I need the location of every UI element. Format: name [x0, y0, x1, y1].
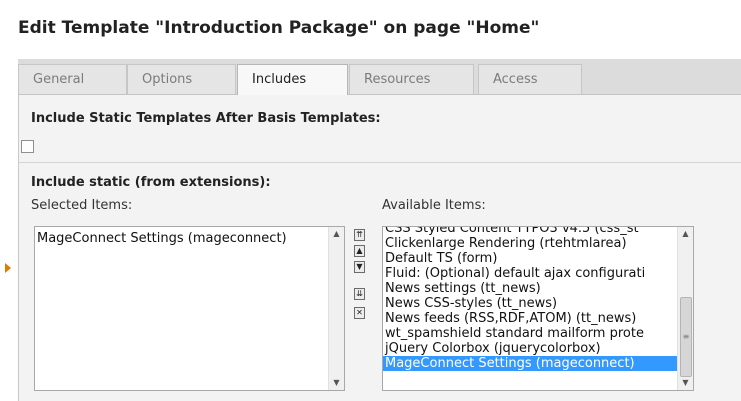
remove-icon: ✕ — [356, 308, 363, 317]
available-list-item[interactable]: Clickenlarge Rendering (rtehtmlarea) — [383, 236, 693, 251]
available-list-item[interactable]: News feeds (RSS,RDF,ATOM) (tt_news) — [383, 311, 693, 326]
move-up-button[interactable]: ▲ — [354, 245, 365, 257]
available-list-item[interactable]: wt_spamshield standard mailform prote — [383, 326, 693, 341]
move-down-icon: ▼ — [356, 262, 363, 271]
available-list-item[interactable]: News CSS-styles (tt_news) — [383, 296, 693, 311]
selected-items-label: Selected Items: — [31, 198, 133, 213]
available-items-label: Available Items: — [382, 198, 486, 213]
section-divider — [19, 162, 741, 163]
available-items-list[interactable]: CSS Styled Content TYPO3 v4.5 (css_st Cli… — [382, 226, 694, 391]
scroll-up-icon[interactable]: ▲ — [329, 227, 344, 241]
available-list-item[interactable]: Default TS (form) — [383, 251, 693, 266]
page-title: Edit Template "Introduction Package" on … — [18, 18, 540, 38]
tab-options[interactable]: Options — [127, 64, 236, 94]
move-to-bottom-button[interactable]: ⇊ — [354, 288, 365, 300]
after-basis-title: Include Static Templates After Basis Tem… — [31, 111, 381, 126]
required-marker-icon — [5, 263, 11, 273]
scroll-down-icon[interactable]: ▼ — [678, 376, 693, 390]
static-title: Include static (from extensions): — [31, 175, 271, 190]
available-list-scrollbar[interactable]: ▲ ≡ ▼ — [677, 227, 693, 390]
available-list-item[interactable]: Fluid: (Optional) default ajax configura… — [383, 266, 693, 281]
available-list-item[interactable]: MageConnect Settings (mageconnect) — [383, 356, 693, 371]
available-list-item[interactable]: CSS Styled Content TYPO3 v4.5 (css_st — [383, 227, 693, 236]
tab-access[interactable]: Access — [478, 64, 582, 94]
available-list-item[interactable]: News settings (tt_news) — [383, 281, 693, 296]
after-basis-checkbox[interactable] — [21, 140, 34, 153]
remove-button[interactable]: ✕ — [354, 307, 365, 319]
tab-resources[interactable]: Resources — [349, 64, 474, 94]
selected-list-scrollbar[interactable]: ▲ ▼ — [328, 227, 344, 390]
move-up-icon: ▲ — [356, 246, 363, 255]
tab-bar: General Options Includes Resources Acces… — [18, 59, 741, 95]
thumb-grip-icon: ≡ — [682, 332, 690, 341]
move-down-button[interactable]: ▼ — [354, 261, 365, 273]
tab-general[interactable]: General — [18, 64, 127, 94]
move-to-top-button[interactable]: ⇈ — [354, 229, 365, 241]
move-to-top-icon: ⇈ — [356, 230, 363, 239]
scroll-down-icon[interactable]: ▼ — [329, 376, 344, 390]
scroll-thumb[interactable]: ≡ — [680, 297, 692, 377]
available-list-item[interactable]: jQuery Colorbox (jquerycolorbox) — [383, 341, 693, 356]
move-to-bottom-icon: ⇊ — [356, 289, 363, 298]
scroll-up-icon[interactable]: ▲ — [678, 227, 693, 241]
selected-items-list[interactable]: MageConnect Settings (mageconnect) ▲ ▼ — [34, 226, 345, 391]
selected-list-item[interactable]: MageConnect Settings (mageconnect) — [35, 231, 344, 246]
tab-includes[interactable]: Includes — [237, 64, 348, 95]
